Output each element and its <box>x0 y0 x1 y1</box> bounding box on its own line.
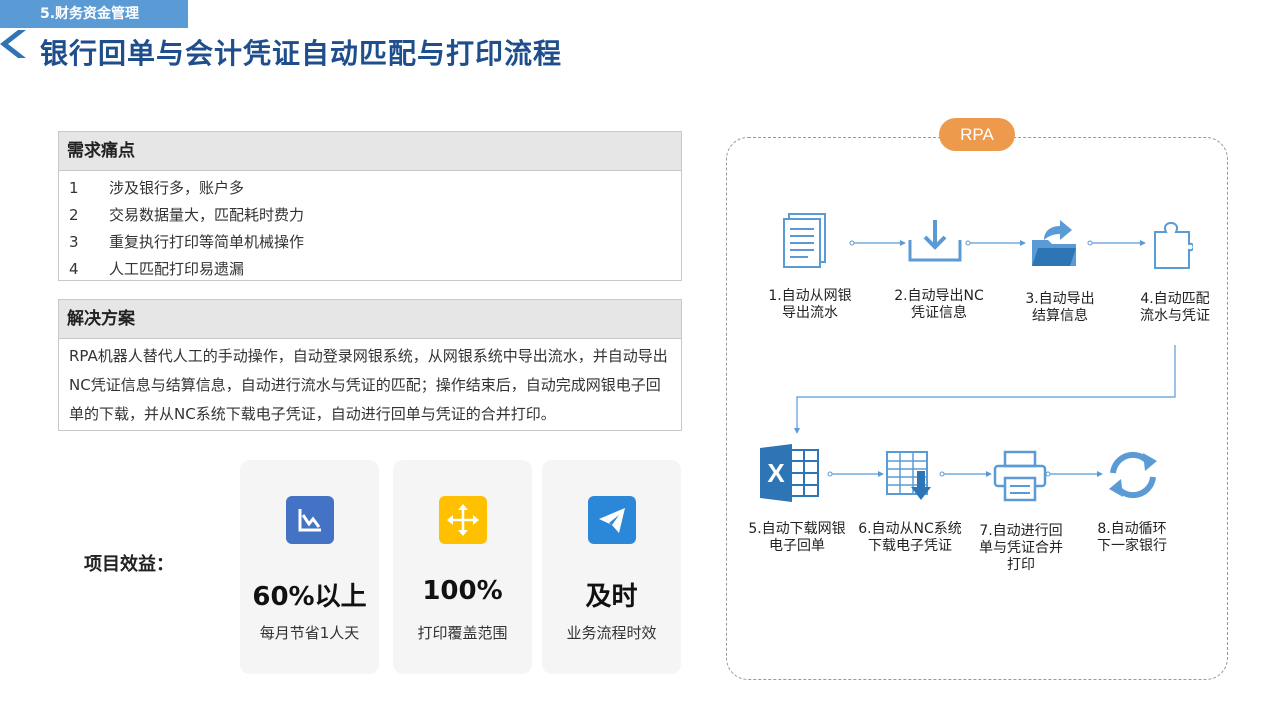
benefits-label: 项目效益： <box>84 554 174 575</box>
step-label: 1.自动从网银 导出流水 <box>750 288 870 322</box>
move-arrows-icon <box>439 496 487 544</box>
step-label-line: 结算信息 <box>1032 308 1088 324</box>
step-label-line: 流水与凭证 <box>1140 308 1210 324</box>
item-number: 2 <box>69 206 79 224</box>
benefit-card: 60%以上 每月节省1人天 <box>240 460 379 674</box>
step-label-line: 单与凭证合并 <box>979 540 1063 556</box>
step-label: 4.自动匹配 流水与凭证 <box>1115 291 1235 325</box>
solution-text: RPA机器人替代人工的手动操作，自动登录网银系统，从网银系统中导出流水，并自动导… <box>69 347 668 423</box>
item-text: 人工匹配打印易遗漏 <box>109 260 245 278</box>
step-label: 8.自动循环 下一家银行 <box>1072 521 1192 555</box>
document-icon <box>782 212 828 268</box>
step-label-line: 导出流水 <box>782 305 838 321</box>
step-label-line: 电子回单 <box>769 538 825 554</box>
benefit-card: 100% 打印覆盖范围 <box>393 460 532 674</box>
benefit-value: 及时 <box>585 582 638 612</box>
step-label-line: 4.自动匹配 <box>1140 291 1210 307</box>
rpa-badge: RPA <box>939 118 1015 151</box>
printer-icon <box>993 450 1047 502</box>
step-label: 7.自动进行回 单与凭证合并 打印 <box>961 523 1081 574</box>
step-label-line: 凭证信息 <box>911 305 967 321</box>
item-text: 重复执行打印等简单机械操作 <box>109 233 305 251</box>
excel-icon: X <box>760 444 820 502</box>
pain-points-panel: 需求痛点 1 涉及银行多，账户多 2 交易数据量大，匹配耗时费力 3 重复执行打印等简… <box>58 131 682 281</box>
step-label-line: 6.自动从NC系统 <box>858 521 962 537</box>
step-label: 6.自动从NC系统 下载电子凭证 <box>850 521 970 555</box>
solution-panel: 解决方案 RPA机器人替代人工的手动操作，自动登录网银系统，从网银系统中导出流水… <box>58 299 682 431</box>
step-label-line: 下一家银行 <box>1097 538 1167 554</box>
list-item: 4 人工匹配打印易遗漏 <box>59 256 681 283</box>
svg-text:X: X <box>767 458 785 488</box>
step-label-line: 2.自动导出NC <box>894 288 984 304</box>
step-label-line: 打印 <box>1007 557 1035 573</box>
benefit-desc: 打印覆盖范围 <box>417 624 508 642</box>
step-label-line: 3.自动导出 <box>1025 291 1095 307</box>
list-item: 3 重复执行打印等简单机械操作 <box>59 229 681 256</box>
step-label: 5.自动下载网银 电子回单 <box>737 521 857 555</box>
page-title: 银行回单与会计凭证自动匹配与打印流程 <box>40 37 563 70</box>
item-number: 4 <box>69 260 79 278</box>
benefit-desc: 每月节省1人天 <box>259 624 360 642</box>
folder-export-icon <box>1030 218 1078 268</box>
item-number: 3 <box>69 233 79 251</box>
benefit-desc: 业务流程时效 <box>566 624 657 642</box>
pain-points-list: 1 涉及银行多，账户多 2 交易数据量大，匹配耗时费力 3 重复执行打印等简单机械操作… <box>59 171 681 283</box>
chart-down-icon <box>286 496 334 544</box>
benefit-value: 100% <box>422 576 503 606</box>
step-label-line: 7.自动进行回 <box>979 523 1063 539</box>
item-text: 涉及银行多，账户多 <box>109 179 245 197</box>
section-tag: 5.财务资金管理 <box>0 0 188 28</box>
download-tray-icon <box>908 218 962 264</box>
step-label-line: 5.自动下载网银 <box>748 521 846 537</box>
list-item: 1 涉及银行多，账户多 <box>59 175 681 202</box>
item-text: 交易数据量大，匹配耗时费力 <box>109 206 305 224</box>
benefit-card: 及时 业务流程时效 <box>542 460 681 674</box>
spreadsheet-download-icon <box>886 451 938 501</box>
step-label: 2.自动导出NC 凭证信息 <box>879 288 999 322</box>
pain-points-title: 需求痛点 <box>59 132 681 171</box>
step-label-line: 下载电子凭证 <box>868 538 952 554</box>
step-label-line: 8.自动循环 <box>1097 521 1167 537</box>
solution-title: 解决方案 <box>59 300 681 339</box>
step-label-line: 1.自动从网银 <box>768 288 852 304</box>
chevron-left-icon <box>0 30 26 58</box>
puzzle-icon <box>1153 222 1193 270</box>
step-label: 3.自动导出 结算信息 <box>1000 291 1120 325</box>
item-number: 1 <box>69 179 79 197</box>
paper-plane-icon <box>588 496 636 544</box>
benefit-value: 60%以上 <box>252 582 367 612</box>
list-item: 2 交易数据量大，匹配耗时费力 <box>59 202 681 229</box>
refresh-icon <box>1105 447 1161 503</box>
